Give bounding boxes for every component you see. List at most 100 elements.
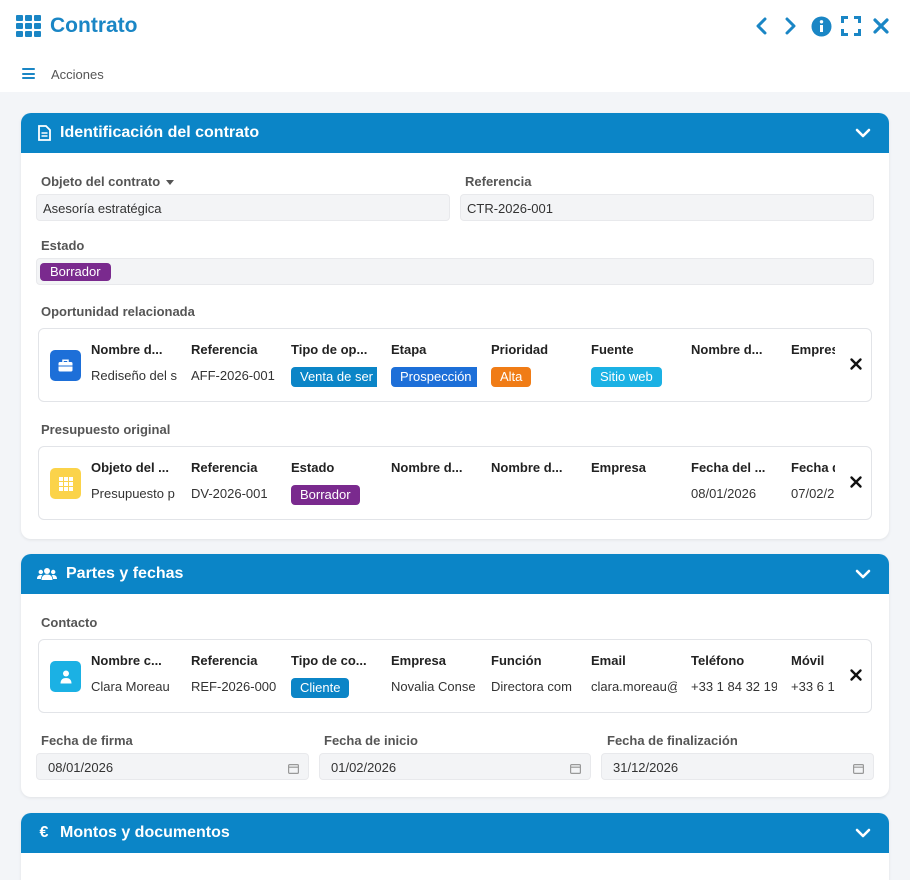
card-column: Tipo de op... Venta de ser <box>291 329 377 401</box>
card-column-value: Venta de ser <box>291 367 377 387</box>
previous-icon[interactable] <box>750 14 772 38</box>
objeto-label: Objeto del contrato <box>41 174 175 189</box>
card-column-header: Fuente <box>591 342 634 357</box>
remove-icon[interactable] <box>849 668 863 682</box>
card-column: Nombre d... <box>391 447 477 519</box>
objeto-field[interactable]: Asesoría estratégica <box>36 194 450 221</box>
card-column: Estado Borrador <box>291 447 377 519</box>
card-badge: Prospección <box>391 367 477 387</box>
card-column-header: Nombre d... <box>691 342 763 357</box>
section-identificacion: Identificación del contrato Objeto del c… <box>21 113 889 539</box>
card-column-value: Directora com <box>491 679 572 694</box>
card-column: Fuente Sitio web <box>591 329 677 401</box>
referencia-field[interactable]: CTR-2026-001 <box>460 194 874 221</box>
card-badge: Alta <box>491 367 532 387</box>
apps-grid-icon[interactable] <box>16 15 41 37</box>
close-icon[interactable] <box>870 14 892 38</box>
card-column-header: Nombre d... <box>391 460 463 475</box>
card-column-value: Rediseño del s <box>91 368 177 383</box>
section-header-identificacion[interactable]: Identificación del contrato <box>21 113 889 153</box>
chevron-down-icon[interactable] <box>855 566 871 584</box>
remove-icon[interactable] <box>849 475 863 489</box>
card-column: Móvil +33 6 1 <box>791 640 835 712</box>
section-header-montos[interactable]: € Montos y documentos <box>21 813 889 853</box>
card-column-value: Cliente <box>291 678 350 698</box>
card-column-value: Clara Moreau <box>91 679 170 694</box>
grid-icon <box>50 468 81 499</box>
acciones-menu[interactable]: Acciones <box>51 67 104 82</box>
card-column-header: Referencia <box>191 342 258 357</box>
card-column-value: REF-2026-000 <box>191 679 277 694</box>
card-column-header: Nombre c... <box>91 653 162 668</box>
card-column: Referencia DV-2026-001 <box>191 447 277 519</box>
section-title: Montos y documentos <box>60 824 230 841</box>
card-badge: Sitio web <box>591 367 662 387</box>
fecha-firma-field[interactable]: 08/01/2026 <box>36 753 309 780</box>
section-title: Partes y fechas <box>66 565 184 582</box>
chevron-down-icon[interactable] <box>855 825 871 843</box>
card-column-header: Referencia <box>191 460 258 475</box>
contacto-card[interactable]: Nombre c... Clara Moreau Referencia REF-202… <box>38 639 872 713</box>
fecha-inicio-value: 01/02/2026 <box>331 760 397 775</box>
card-column-value: 08/01/2026 <box>691 486 757 501</box>
fecha-fin-label: Fecha de finalización <box>607 733 738 748</box>
section-montos: € Montos y documentos <box>21 813 889 880</box>
card-column-value: 07/02/2 <box>791 486 835 501</box>
card-column-header: Referencia <box>191 653 258 668</box>
card-column-header: Fecha d <box>791 460 835 475</box>
caret-down-icon[interactable] <box>166 180 175 186</box>
card-column-header: Teléfono <box>691 653 745 668</box>
card-column-header: Tipo de op... <box>291 342 368 357</box>
card-column-header: Email <box>591 653 626 668</box>
card-column-header: Empresa <box>391 653 446 668</box>
fecha-fin-field[interactable]: 31/12/2026 <box>601 753 874 780</box>
next-icon[interactable] <box>780 14 802 38</box>
users-icon <box>36 566 58 582</box>
status-badge: Borrador <box>40 263 111 281</box>
presupuesto-card[interactable]: Objeto del ... Presupuesto p Referencia DV-… <box>38 446 872 520</box>
chevron-down-icon[interactable] <box>855 125 871 143</box>
estado-field[interactable]: Borrador <box>36 258 874 285</box>
oportunidad-card[interactable]: Nombre d... Rediseño del s Referencia AFF-2… <box>38 328 872 402</box>
calendar-icon[interactable] <box>570 762 582 777</box>
remove-icon[interactable] <box>849 357 863 371</box>
card-column: Fecha d 07/02/2 <box>791 447 835 519</box>
section-partes: Partes y fechas Contacto Nombre c... Clar… <box>21 554 889 797</box>
card-column-header: Estado <box>291 460 335 475</box>
card-column-header: Fecha del ... <box>691 460 766 475</box>
fecha-firma-label: Fecha de firma <box>41 733 133 748</box>
card-column-value: DV-2026-001 <box>191 486 268 501</box>
card-column: Empresa <box>591 447 677 519</box>
fecha-inicio-field[interactable]: 01/02/2026 <box>319 753 591 780</box>
card-column-header: Empresa <box>591 460 646 475</box>
section-header-partes[interactable]: Partes y fechas <box>21 554 889 594</box>
card-column: Nombre d... <box>491 447 577 519</box>
window-controls <box>750 14 892 38</box>
card-column-header: Objeto del ... <box>91 460 170 475</box>
hamburger-menu-icon[interactable] <box>22 68 35 79</box>
briefcase-icon <box>50 350 81 381</box>
card-column: Nombre c... Clara Moreau <box>91 640 177 712</box>
card-column-value: Borrador <box>291 485 360 505</box>
calendar-icon[interactable] <box>853 762 865 777</box>
document-icon <box>36 125 52 141</box>
presupuesto-label: Presupuesto original <box>41 422 171 437</box>
card-column-value: +33 1 84 32 19 <box>691 679 777 694</box>
fecha-firma-value: 08/01/2026 <box>48 760 114 775</box>
card-column-header: Etapa <box>391 342 427 357</box>
card-column: Referencia AFF-2026-001 <box>191 329 277 401</box>
card-column-header: Nombre d... <box>491 460 563 475</box>
card-column: Nombre d... Rediseño del s <box>91 329 177 401</box>
fullscreen-icon[interactable] <box>840 14 862 38</box>
card-column-value: AFF-2026-001 <box>191 368 275 383</box>
user-icon <box>50 661 81 692</box>
objeto-label-text: Objeto del contrato <box>41 174 161 189</box>
estado-label: Estado <box>41 238 85 253</box>
card-column: Empres <box>791 329 835 401</box>
card-column-value: Alta <box>491 367 532 387</box>
card-column-header: Tipo de co... <box>291 653 367 668</box>
card-column: Etapa Prospección <box>391 329 477 401</box>
calendar-icon[interactable] <box>288 762 300 777</box>
info-icon[interactable] <box>810 14 832 38</box>
card-badge: Borrador <box>291 485 360 505</box>
